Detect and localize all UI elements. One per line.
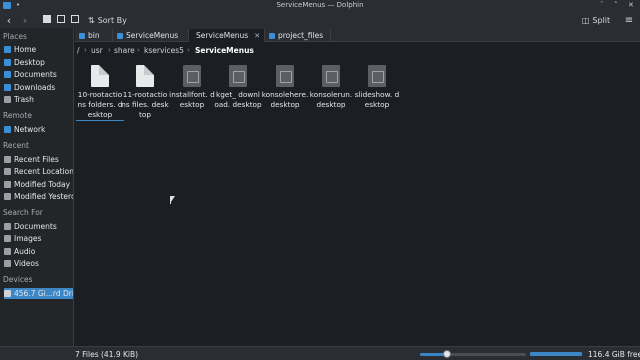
images-icon — [4, 235, 11, 242]
split-icon: ◫ — [581, 15, 590, 25]
minimize-icon[interactable]: ˇ — [600, 1, 604, 9]
sidebar-item-hard-drive[interactable]: 456.7 Gi...rd Drive — [4, 288, 73, 299]
sort-by-button[interactable]: ⇅ Sort By — [88, 14, 132, 26]
window-title: ServiceMenus — Dolphin — [276, 1, 364, 9]
file-item[interactable]: 10-rootactions folders. desktop — [76, 65, 124, 121]
sidebar-item-network[interactable]: Network — [4, 124, 73, 135]
file-item[interactable]: konsolehere.desktop — [261, 65, 309, 110]
breadcrumb-root[interactable]: / — [77, 46, 80, 55]
split-button[interactable]: ◫ Split — [582, 14, 610, 26]
home-icon — [4, 46, 11, 53]
desktop-file-icon — [322, 65, 340, 87]
recent-locations-icon — [4, 168, 11, 175]
breadcrumb-separator: › — [187, 46, 190, 54]
details-view-button[interactable] — [70, 14, 80, 24]
desktop-file-icon — [229, 65, 247, 87]
desktop-icon — [4, 59, 11, 66]
tab-bin[interactable]: bin — [75, 29, 113, 42]
folder-icon — [117, 32, 123, 39]
back-button[interactable]: ‹ — [4, 14, 14, 27]
tab-bar: bin ServiceMenus ServiceMenus ✕ project_f… — [75, 28, 640, 42]
tab-close-icon[interactable]: ✕ — [254, 32, 260, 40]
icons-view-icon — [43, 15, 51, 23]
breadcrumb-current[interactable]: ServiceMenus — [195, 46, 254, 55]
breadcrumb-separator: › — [108, 46, 111, 54]
zoom-slider[interactable] — [420, 350, 526, 358]
compact-view-button[interactable] — [56, 14, 66, 24]
search-for-header: Search For — [3, 208, 43, 217]
file-view[interactable]: 10-rootactions folders. desktop 11-roota… — [75, 59, 640, 346]
title-bar: • ServiceMenus — Dolphin ˇ ˄ ✕ — [0, 0, 640, 11]
sidebar-item-modified-yesterday[interactable]: Modified Yesterday — [4, 191, 73, 202]
sidebar-item-downloads[interactable]: Downloads — [4, 82, 73, 93]
breadcrumb-separator: › — [137, 46, 140, 54]
sort-icon: ⇅ — [88, 15, 95, 25]
hamburger-menu-icon[interactable]: ≡ — [624, 14, 634, 26]
zoom-slider-handle[interactable] — [442, 350, 451, 358]
recent-files-icon — [4, 156, 11, 163]
documents-search-icon — [4, 223, 11, 230]
mouse-pointer-icon — [170, 196, 175, 204]
desktop-file-icon — [276, 65, 294, 87]
file-item[interactable]: konsolerun. desktop — [307, 65, 355, 110]
sort-by-label: Sort By — [97, 15, 127, 25]
recent-header: Recent — [3, 141, 29, 150]
maximize-icon[interactable]: ˄ — [614, 1, 618, 9]
sidebar-item-desktop[interactable]: Desktop — [4, 57, 73, 68]
split-label: Split — [592, 15, 611, 25]
compact-view-icon — [57, 15, 65, 23]
places-header: Places — [3, 32, 27, 41]
tab-project-files[interactable]: project_files — [265, 29, 331, 42]
downloads-icon — [4, 84, 11, 91]
toolbar: ‹ › ⇅ Sort By ◫ Split ≡ — [0, 11, 640, 28]
calendar-icon — [4, 193, 11, 200]
devices-header: Devices — [3, 275, 33, 284]
status-summary: 7 Files (41.9 KiB) — [75, 350, 139, 359]
sidebar-item-home[interactable]: Home — [4, 44, 73, 55]
network-icon — [4, 126, 11, 133]
hard-drive-icon — [4, 290, 11, 297]
remote-header: Remote — [3, 111, 32, 120]
sidebar-item-videos[interactable]: Videos — [4, 258, 73, 269]
file-item[interactable]: installfont. desktop — [168, 65, 216, 110]
places-panel: Places Home Desktop Documents Downloads … — [0, 28, 74, 346]
tab-servicemenus-2[interactable]: ServiceMenus ✕ — [189, 29, 265, 42]
file-item[interactable]: slideshow. desktop — [353, 65, 401, 110]
sidebar-item-modified-today[interactable]: Modified Today — [4, 179, 73, 190]
breadcrumb-share[interactable]: share — [114, 46, 135, 55]
free-space-bar — [530, 352, 582, 356]
audio-icon — [4, 248, 11, 255]
sidebar-item-trash[interactable]: Trash — [4, 94, 73, 105]
desktop-file-icon — [183, 65, 201, 87]
status-bar: 7 Files (41.9 KiB) 116.4 GiB free — [0, 346, 640, 360]
sidebar-item-documents[interactable]: Documents — [4, 69, 73, 80]
text-file-icon — [136, 65, 154, 87]
breadcrumb-separator: › — [84, 46, 87, 54]
file-item[interactable]: 11-rootactions files. desktop — [121, 65, 169, 120]
close-icon[interactable]: ✕ — [628, 1, 634, 9]
free-space-label: 116.4 GiB free — [588, 350, 640, 359]
icons-view-button[interactable] — [42, 14, 52, 24]
documents-icon — [4, 71, 11, 78]
file-item[interactable]: kget_ download. desktop — [214, 65, 262, 110]
videos-icon — [4, 260, 11, 267]
trash-icon — [4, 96, 11, 103]
text-file-icon — [91, 65, 109, 87]
desktop-file-icon — [368, 65, 386, 87]
breadcrumb: / › usr › share › kservices5 › ServiceMe… — [75, 43, 640, 59]
sidebar-item-recent-files[interactable]: Recent Files — [4, 154, 73, 165]
breadcrumb-kservices5[interactable]: kservices5 — [144, 46, 184, 55]
breadcrumb-usr[interactable]: usr — [91, 46, 103, 55]
calendar-icon — [4, 181, 11, 188]
sidebar-item-audio[interactable]: Audio — [4, 246, 73, 257]
sidebar-item-recent-locations[interactable]: Recent Locations — [4, 166, 73, 177]
forward-button[interactable]: › — [20, 14, 30, 27]
tab-servicemenus-1[interactable]: ServiceMenus — [113, 29, 189, 42]
sidebar-item-images[interactable]: Images — [4, 233, 73, 244]
sidebar-item-search-documents[interactable]: Documents — [4, 221, 73, 232]
folder-icon — [79, 32, 85, 39]
folder-icon — [269, 32, 275, 39]
details-view-icon — [71, 15, 79, 23]
